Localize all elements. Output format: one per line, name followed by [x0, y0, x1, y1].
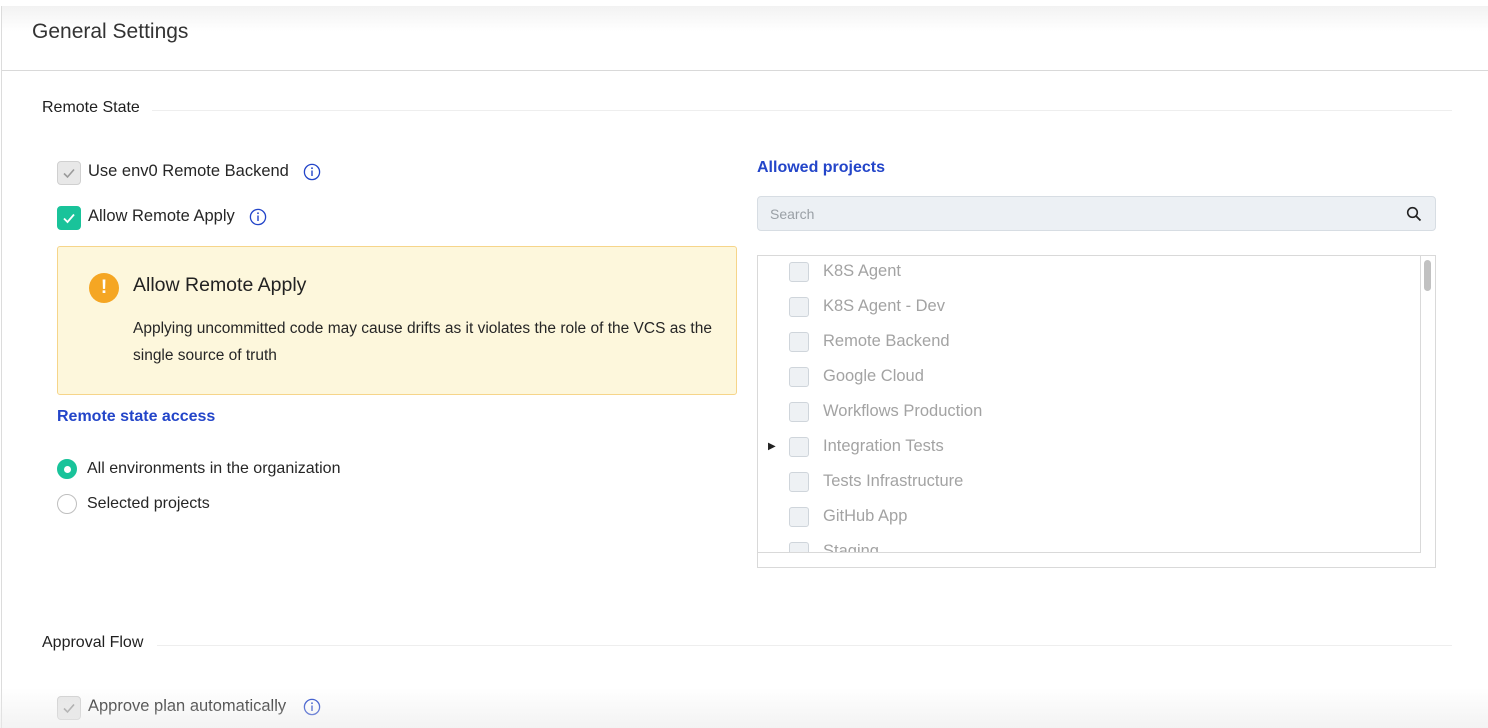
use-remote-backend-checkbox[interactable]: [57, 161, 81, 185]
tree-row-checkbox[interactable]: [789, 332, 809, 352]
tree-scrollbar[interactable]: [1421, 256, 1435, 553]
page-header: General Settings: [2, 6, 1488, 71]
tree-row-label: Integration Tests: [823, 437, 944, 455]
tree-row-label: Staging: [823, 542, 879, 553]
allow-remote-apply-warning: ! Allow Remote Apply Applying uncommitte…: [57, 246, 737, 395]
tree-row-checkbox[interactable]: [789, 437, 809, 457]
tree-row-label: Remote Backend: [823, 332, 950, 350]
warning-text: Applying uncommitted code may cause drif…: [133, 320, 712, 364]
tree-row-checkbox[interactable]: [789, 507, 809, 527]
info-icon[interactable]: [249, 208, 267, 226]
approve-plan-automatically-checkbox[interactable]: [57, 696, 81, 720]
remote-state-access-title: Remote state access: [57, 408, 216, 425]
tree-row-checkbox[interactable]: [789, 402, 809, 422]
tree-row-label: K8S Agent - Dev: [823, 297, 945, 315]
tree-scrollbar-thumb[interactable]: [1424, 260, 1431, 291]
project-search-input[interactable]: [770, 205, 1390, 223]
tree-row-label: K8S Agent: [823, 262, 901, 280]
projects-tree[interactable]: K8S Agent K8S Agent - Dev Remote Backend…: [757, 255, 1436, 568]
allow-remote-apply-checkbox[interactable]: [57, 206, 81, 230]
tree-row[interactable]: Remote Backend: [758, 326, 1418, 361]
radio-selected-projects[interactable]: [57, 494, 77, 514]
expand-caret-icon[interactable]: ▶: [768, 441, 776, 452]
tree-row-checkbox[interactable]: [789, 297, 809, 317]
tree-row[interactable]: Workflows Production: [758, 396, 1418, 431]
projects-tree-list: K8S Agent K8S Agent - Dev Remote Backend…: [758, 256, 1421, 553]
page-title: General Settings: [32, 20, 189, 43]
page-left-border: [1, 6, 2, 728]
search-icon[interactable]: [1406, 206, 1422, 222]
tree-row[interactable]: Staging: [758, 536, 1418, 553]
tree-row-label: Tests Infrastructure: [823, 472, 964, 490]
radio-all-environments-label[interactable]: All environments in the organization: [87, 460, 340, 478]
radio-selected-projects-label[interactable]: Selected projects: [87, 495, 210, 513]
tree-row[interactable]: Google Cloud: [758, 361, 1418, 396]
tree-row-checkbox[interactable]: [789, 472, 809, 492]
tree-row[interactable]: K8S Agent - Dev: [758, 291, 1418, 326]
tree-row[interactable]: K8S Agent: [758, 256, 1418, 291]
info-icon[interactable]: [303, 698, 321, 716]
section-divider: [150, 110, 1452, 111]
tree-row-label: GitHub App: [823, 507, 908, 525]
warning-exclamation-icon: !: [89, 273, 119, 303]
tree-row-checkbox[interactable]: [789, 367, 809, 387]
tree-row-checkbox[interactable]: [789, 262, 809, 282]
tree-row[interactable]: Tests Infrastructure: [758, 466, 1418, 501]
tree-row[interactable]: ▶ Integration Tests: [758, 431, 1418, 466]
warning-title: Allow Remote Apply: [133, 274, 307, 296]
project-search[interactable]: [757, 196, 1436, 231]
tree-row-label: Google Cloud: [823, 367, 924, 385]
allowed-projects-title: Allowed projects: [757, 159, 886, 176]
info-icon[interactable]: [303, 163, 321, 181]
tree-row-checkbox[interactable]: [789, 542, 809, 552]
tree-row[interactable]: GitHub App: [758, 501, 1418, 536]
section-divider: [157, 645, 1452, 646]
checkmark-icon: [63, 168, 75, 179]
checkmark-icon: [63, 213, 75, 224]
allow-remote-apply-label: Allow Remote Apply: [88, 207, 235, 225]
radio-all-environments[interactable]: [57, 459, 77, 479]
checkmark-icon: [63, 703, 75, 714]
section-title-approval-flow: Approval Flow: [42, 634, 156, 652]
use-remote-backend-label: Use env0 Remote Backend: [88, 162, 289, 180]
tree-row-label: Workflows Production: [823, 402, 983, 420]
approve-plan-automatically-label: Approve plan automatically: [88, 697, 287, 715]
section-title-remote-state: Remote State: [42, 99, 152, 117]
